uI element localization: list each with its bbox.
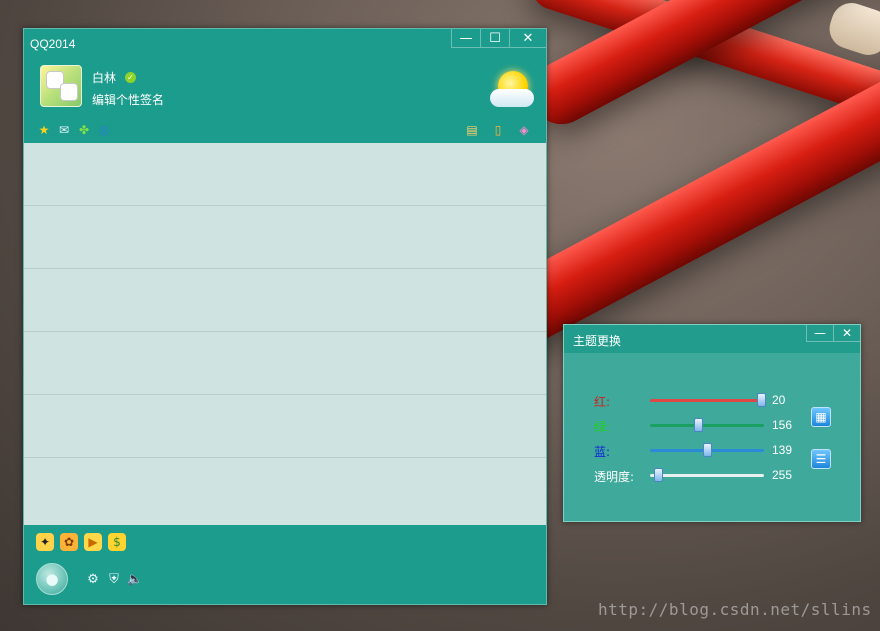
blue-label: 蓝: bbox=[594, 445, 611, 459]
minimize-button[interactable]: — bbox=[451, 29, 480, 48]
list-icon: ☰ bbox=[815, 452, 827, 466]
slider-thumb[interactable] bbox=[756, 393, 766, 407]
pet-icon[interactable]: ✿ bbox=[60, 533, 78, 551]
speaker-icon[interactable]: 🔈 bbox=[127, 571, 143, 587]
coin-icon[interactable]: $ bbox=[108, 533, 126, 551]
avatar[interactable] bbox=[40, 65, 82, 107]
red-label: 红: bbox=[594, 395, 611, 409]
blue-slider[interactable] bbox=[650, 443, 764, 457]
grid-icon: ▦ bbox=[815, 410, 827, 424]
close-button[interactable]: ✕ bbox=[833, 325, 860, 342]
list-item[interactable] bbox=[24, 332, 546, 395]
green-label: 绿: bbox=[594, 420, 611, 434]
list-item[interactable] bbox=[24, 269, 546, 332]
main-menu-button[interactable]: ● bbox=[36, 563, 68, 595]
verified-icon: ✓ bbox=[125, 72, 136, 83]
window-title: QQ2014 bbox=[30, 37, 76, 51]
weather-icon[interactable] bbox=[490, 67, 536, 111]
red-slider-row: 红: 20 bbox=[594, 393, 834, 409]
list-item[interactable] bbox=[24, 206, 546, 269]
video-icon[interactable]: ▶ bbox=[84, 533, 102, 551]
bottom-app-icons: ✦ ✿ ▶ $ bbox=[36, 533, 126, 551]
browser-icon[interactable]: ◎ bbox=[96, 122, 112, 138]
maximize-button[interactable]: ☐ bbox=[480, 29, 509, 48]
qq-main-window: QQ2014 — ☐ ✕ 白林 ✓ 编辑个性签名 ★ ✉ ✤ ◎ ▤ ▯ ◈ ✦… bbox=[23, 28, 547, 605]
window-controls: — ☐ ✕ bbox=[451, 29, 546, 48]
grid-view-button[interactable]: ▦ bbox=[811, 407, 831, 427]
mail-icon[interactable]: ✉ bbox=[56, 122, 72, 138]
theme-dialog: 主题更换 — ✕ 红: 20 绿: 156 蓝: 139 透明度: 255 ▦ bbox=[563, 324, 861, 522]
minimize-button[interactable]: — bbox=[806, 325, 833, 342]
color-palette-icon[interactable]: ◈ bbox=[516, 122, 532, 138]
dialog-title: 主题更换 bbox=[573, 334, 622, 348]
settings-icon[interactable]: ⚙ bbox=[85, 571, 101, 587]
dialog-controls: — ✕ bbox=[806, 325, 860, 342]
app-toolbar-left: ★ ✉ ✤ ◎ bbox=[36, 122, 112, 138]
nickname: 白林 bbox=[92, 71, 117, 85]
green-value: 156 bbox=[772, 418, 793, 432]
dice-icon bbox=[61, 84, 77, 100]
watermark: http://blog.csdn.net/sllins bbox=[598, 600, 872, 619]
list-item[interactable] bbox=[24, 395, 546, 458]
message-box-icon[interactable]: ▤ bbox=[464, 122, 480, 138]
clover-icon[interactable]: ✤ bbox=[76, 122, 92, 138]
list-item[interactable] bbox=[24, 458, 546, 521]
list-item[interactable] bbox=[24, 143, 546, 206]
green-slider-row: 绿: 156 bbox=[594, 418, 834, 434]
slider-thumb[interactable] bbox=[703, 443, 712, 457]
star-icon[interactable]: ★ bbox=[36, 122, 52, 138]
app-toolbar-right: ▤ ▯ ◈ bbox=[464, 122, 532, 138]
red-value: 20 bbox=[772, 393, 786, 407]
shield-icon[interactable]: ⛨ bbox=[106, 571, 122, 587]
opacity-slider[interactable] bbox=[650, 468, 764, 482]
background-stick-tip bbox=[824, 0, 880, 61]
close-button[interactable]: ✕ bbox=[509, 29, 546, 48]
blue-slider-row: 蓝: 139 bbox=[594, 443, 834, 459]
signature-field[interactable]: 编辑个性签名 bbox=[92, 91, 164, 108]
slider-thumb[interactable] bbox=[693, 418, 703, 432]
red-slider[interactable] bbox=[650, 393, 766, 407]
opacity-label: 透明度: bbox=[594, 470, 635, 484]
contact-list[interactable] bbox=[24, 143, 546, 525]
opacity-slider-row: 透明度: 255 bbox=[594, 468, 834, 484]
slider-thumb[interactable] bbox=[653, 468, 663, 482]
penguin-icon: ● bbox=[45, 570, 59, 588]
cloud-icon bbox=[490, 89, 534, 107]
penguin-icon[interactable]: ✦ bbox=[36, 533, 54, 551]
opacity-value: 255 bbox=[772, 468, 793, 482]
phone-icon[interactable]: ▯ bbox=[490, 122, 506, 138]
green-slider[interactable] bbox=[650, 418, 764, 432]
list-view-button[interactable]: ☰ bbox=[811, 449, 831, 469]
theme-dialog-header: 主题更换 — ✕ bbox=[564, 325, 860, 353]
bottom-tools: ⚙ ⛨ 🔈 bbox=[85, 571, 143, 587]
blue-value: 139 bbox=[772, 443, 793, 457]
